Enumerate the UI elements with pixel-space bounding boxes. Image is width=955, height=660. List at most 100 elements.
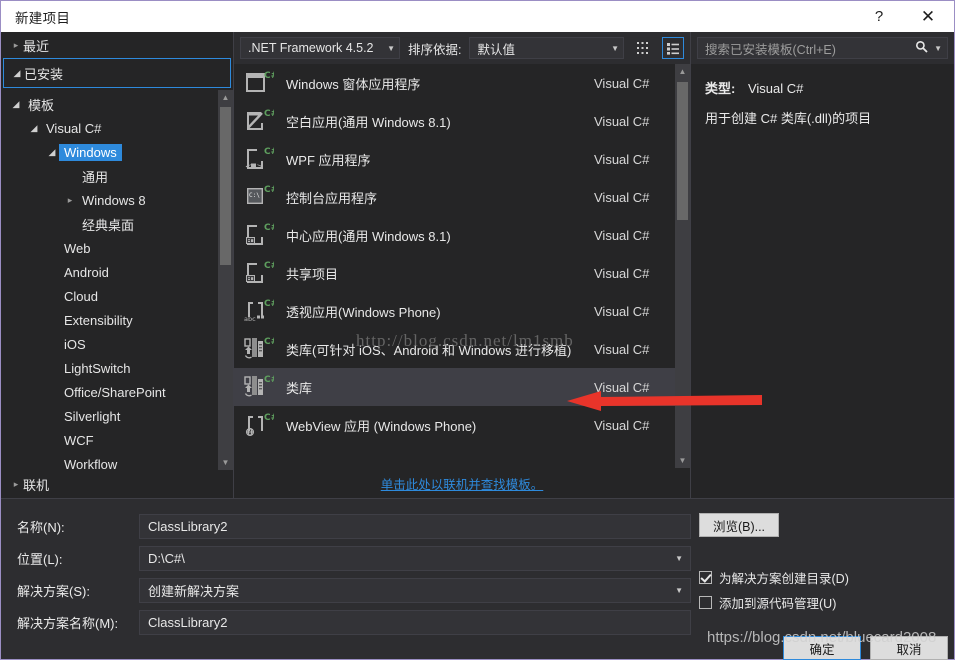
project-name-input[interactable]: ClassLibrary2 [139,514,691,539]
sort-dropdown[interactable]: 默认值 ▼ [469,37,624,59]
search-placeholder: 搜索已安装模板(Ctrl+E) [705,42,836,57]
tree-item-lightswitch[interactable]: LightSwitch [1,356,233,380]
tree-item--[interactable]: 经典桌面 [1,212,233,236]
location-input[interactable]: D:\C#\ ▼ [139,546,691,571]
location-label: 位置(L): [17,552,63,567]
details-panel: 搜索已安装模板(Ctrl+E) ▼ 类型: Visual C# 用于创建 C# … [691,32,954,498]
sidebar-item-label: 已安装 [24,66,64,82]
sidebar-item-online[interactable]: ▸ 联机 [1,470,233,498]
sidebar-scrollbar[interactable]: ▲ ▼ [218,90,233,470]
solution-name-input[interactable]: ClassLibrary2 [139,610,691,635]
tree-item-extensibility[interactable]: Extensibility [1,308,233,332]
template-details: 类型: Visual C# 用于创建 C# 类库(.dll)的项目 [691,64,954,498]
solution-name-label: 解决方案名称(M): [17,616,119,631]
tree-item-label: Extensibility [64,312,133,328]
svg-text:C:\: C:\ [249,192,260,199]
chevron-down-icon: ▼ [611,43,619,53]
tree-item-web[interactable]: Web [1,236,233,260]
tree-item-ios[interactable]: iOS [1,332,233,356]
templates-rows: C#Windows 窗体应用程序Visual C#C#空白应用(通用 Windo… [234,64,690,444]
help-button[interactable]: ? [856,1,902,32]
tree-item-windows[interactable]: ◢ Windows [1,140,233,164]
template-name: 空白应用(通用 Windows 8.1) [286,114,451,130]
template-item[interactable]: C#类库(可针对 iOS、Android 和 Windows 进行移植)Visu… [234,330,690,368]
dialog-buttons: 确定 取消 [783,636,948,660]
tree-item-workflow[interactable]: Workflow [1,452,233,471]
hub-app-icon: C# [244,220,278,250]
tree-item-visual-c-[interactable]: ◢ Visual C# [1,116,233,140]
template-name: 共享项目 [286,266,339,282]
solution-row: 解决方案(S): 创建新解决方案 ▼ [17,577,691,604]
sidebar-item-label: 最近 [23,38,50,54]
template-item[interactable]: abcC#透视应用(Windows Phone)Visual C# [234,292,690,330]
form-actions: 浏览(B)... 为解决方案创建目录(D) 添加到源代码管理(U) 确定 取消 [691,499,954,660]
search-input[interactable]: 搜索已安装模板(Ctrl+E) ▼ [697,37,948,59]
name-row: 名称(N): ClassLibrary2 [17,513,691,540]
tree-item-label: Windows [59,143,122,161]
create-directory-checkbox-row[interactable]: 为解决方案创建目录(D) [699,566,954,588]
chevron-down-icon[interactable]: ▼ [669,586,686,595]
chevron-down-icon[interactable]: ▼ [669,554,686,563]
svg-text:<: < [245,162,252,171]
chevron-down-icon[interactable]: ▼ [931,44,944,53]
grid-view-icon[interactable] [632,37,654,59]
tree-item-android[interactable]: Android [1,260,233,284]
scroll-thumb[interactable] [220,107,231,265]
tree-item-cloud[interactable]: Cloud [1,284,233,308]
type-value: Visual C# [747,81,804,96]
templates-scrollbar[interactable]: ▲ ▼ [675,64,690,468]
source-control-checkbox[interactable] [699,595,712,609]
template-item[interactable]: C#空白应用(通用 Windows 8.1)Visual C# [234,102,690,140]
search-icon[interactable] [912,40,931,56]
svg-text:C#: C# [264,375,274,385]
create-directory-checkbox[interactable] [699,570,712,584]
template-item[interactable]: C#共享项目Visual C# [234,254,690,292]
scroll-up-icon[interactable]: ▲ [218,90,233,105]
browse-button[interactable]: 浏览(B)... [699,513,779,537]
template-name: Windows 窗体应用程序 [286,76,421,92]
template-item[interactable]: C:\C#控制台应用程序Visual C# [234,178,690,216]
sort-value: 默认值 [477,42,515,57]
tree-item-office-sharepoint[interactable]: Office/SharePoint [1,380,233,404]
tree-item-windows-8[interactable]: ▸ Windows 8 [1,188,233,212]
tree-item-label: Cloud [64,288,98,304]
tree-item--[interactable]: 通用 [1,164,233,188]
location-value: D:\C#\ [148,551,185,566]
tree-item--[interactable]: ◢ 模板 [1,92,233,116]
online-templates-link[interactable]: 单击此处以联机并查找模板。 [381,474,544,493]
scroll-down-icon[interactable]: ▼ [218,455,233,470]
templates-toolbar: .NET Framework 4.5.2 ▼ 排序依据: 默认值 ▼ [234,32,690,64]
framework-value: .NET Framework 4.5.2 [248,41,374,55]
tree-item-label: Visual C# [46,120,102,136]
template-item[interactable]: C#Windows 窗体应用程序Visual C# [234,64,690,102]
sidebar-item-recent[interactable]: ▸ 最近 [1,32,233,58]
tree-item-label: Web [64,240,91,256]
ok-button[interactable]: 确定 [783,636,861,660]
form-fields: 名称(N): ClassLibrary2 位置(L): D:\C#\ ▼ 解决方… [1,499,691,659]
svg-text:C#: C# [264,185,274,195]
framework-dropdown[interactable]: .NET Framework 4.5.2 ▼ [240,37,400,59]
scroll-down-icon[interactable]: ▼ [675,453,690,468]
scroll-up-icon[interactable]: ▲ [675,64,690,79]
sidebar-top-items: ▸ 最近 ◢ 已安装 [1,32,233,88]
template-item[interactable]: C#类库Visual C# [234,368,690,406]
tree-item-wcf[interactable]: WCF [1,428,233,452]
create-directory-label: 为解决方案创建目录(D) [719,571,849,586]
template-item[interactable]: C#中心应用(通用 Windows 8.1)Visual C# [234,216,690,254]
source-control-checkbox-row[interactable]: 添加到源代码管理(U) [699,591,954,613]
solution-dropdown[interactable]: 创建新解决方案 ▼ [139,578,691,603]
sidebar-item-installed[interactable]: ◢ 已安装 [3,58,231,88]
template-name: 类库 [286,380,313,396]
chevron-right-icon: ▸ [67,194,73,205]
tree-item-silverlight[interactable]: Silverlight [1,404,233,428]
cancel-button[interactable]: 取消 [870,636,948,660]
portable-classlib-icon: C# [244,334,278,364]
template-item[interactable]: <>C#WPF 应用程序Visual C# [234,140,690,178]
list-view-icon[interactable] [662,37,684,59]
svg-text:C#: C# [264,299,274,309]
close-button[interactable]: ✕ [902,1,954,32]
scroll-thumb[interactable] [677,82,688,220]
svg-text:C#: C# [264,413,274,423]
template-item[interactable]: C#WebView 应用 (Windows Phone)Visual C# [234,406,690,444]
project-form: 名称(N): ClassLibrary2 位置(L): D:\C#\ ▼ 解决方… [1,498,954,660]
